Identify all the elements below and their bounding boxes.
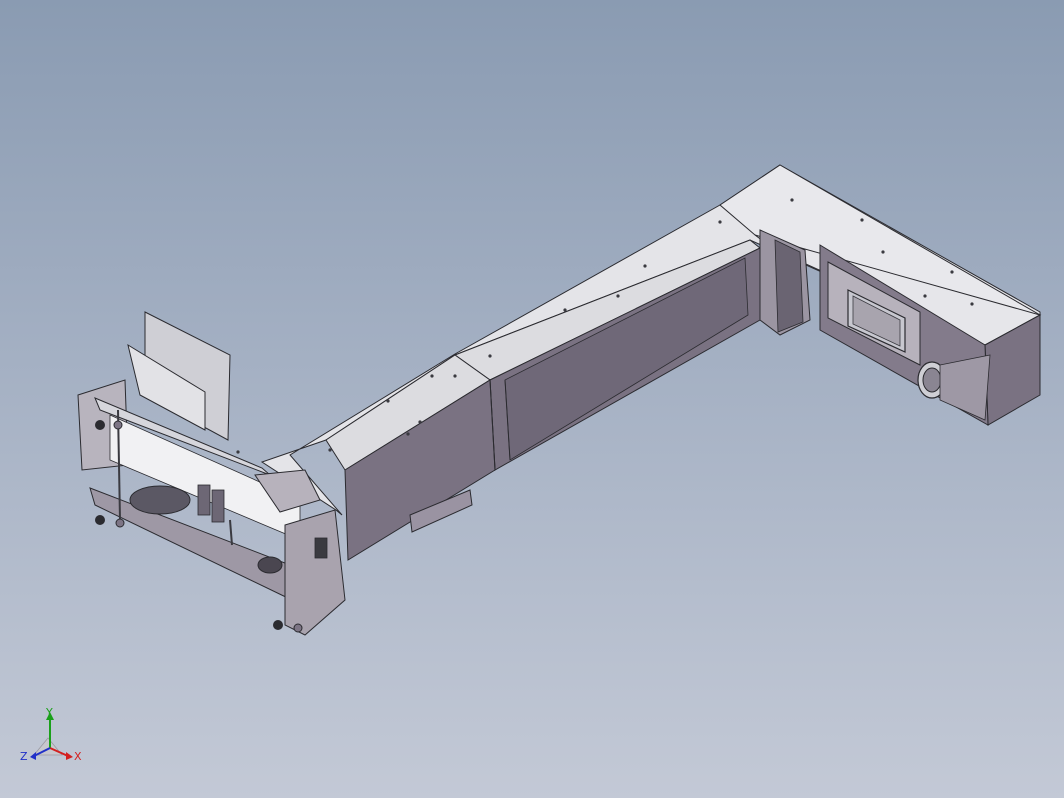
view-triad[interactable]: Y X Z <box>20 706 82 763</box>
gear-icon <box>129 485 191 515</box>
feed-station-left[interactable] <box>77 311 346 636</box>
triad-y-label: Y <box>45 706 53 719</box>
cad-model-canvas[interactable]: Y X Z <box>0 0 1064 798</box>
horizontal-duct-body[interactable] <box>325 239 761 561</box>
triad-x-label: X <box>74 750 82 763</box>
triad-z-label: Z <box>20 750 28 763</box>
leveling-foot-icon <box>95 420 105 430</box>
leveling-foot-icon <box>273 620 283 630</box>
leveling-foot-icon <box>95 515 105 525</box>
graphics-viewport[interactable]: Y X Z <box>0 0 1064 798</box>
